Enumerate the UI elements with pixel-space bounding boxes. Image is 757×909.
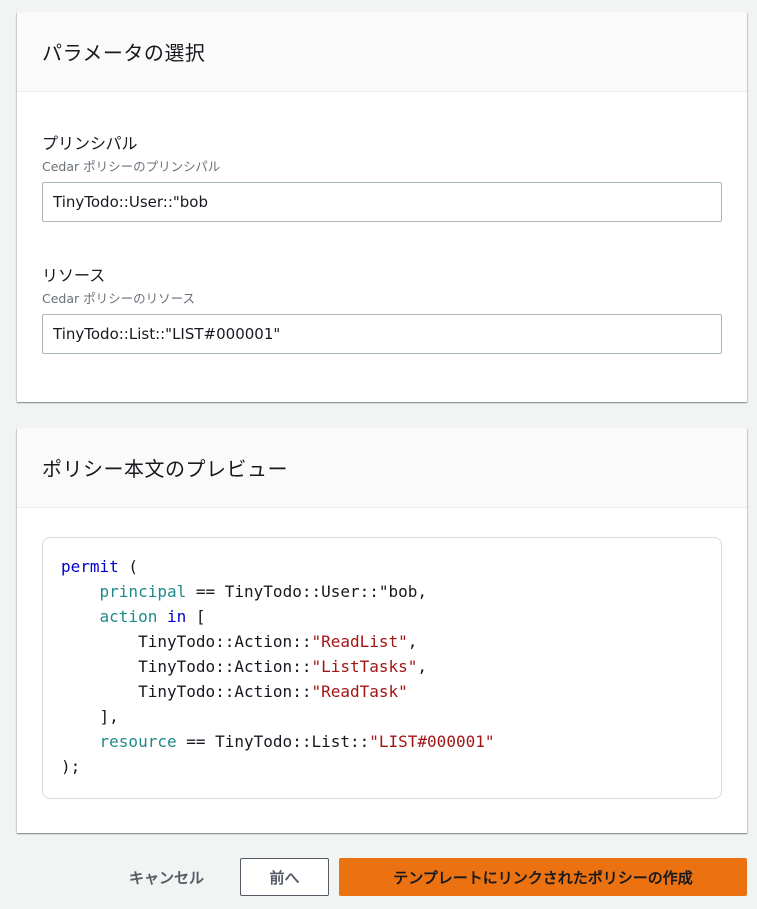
code-permit-keyword: permit — [61, 557, 119, 576]
policy-preview-title: ポリシー本文のプレビュー — [42, 457, 288, 481]
parameters-panel-title: パラメータの選択 — [42, 41, 206, 65]
policy-preview-panel: ポリシー本文のプレビュー permit ( principal == TinyT… — [17, 428, 747, 833]
code-action-readtask: "ReadTask" — [311, 682, 408, 701]
create-template-linked-policy-button[interactable]: テンプレートにリンクされたポリシーの作成 — [339, 858, 747, 896]
footer-actions: キャンセル 前へ テンプレートにリンクされたポリシーの作成 — [109, 858, 747, 896]
resource-label: リソース — [42, 266, 106, 285]
code-principal-rest: == TinyTodo::User::"bob, — [186, 582, 428, 601]
code-action-prefix: TinyTodo::Action:: — [138, 657, 312, 676]
code-action-readlist: "ReadList" — [311, 632, 408, 651]
code-action-prefix: TinyTodo::Action:: — [138, 682, 312, 701]
code-resource-string: "LIST#000001" — [369, 732, 495, 751]
policy-code-box: permit ( principal == TinyTodo::User::"b… — [42, 537, 722, 799]
code-resource-mid: == TinyTodo::List:: — [176, 732, 370, 751]
resource-field: リソース Cedar ポリシーのリソース — [42, 266, 722, 354]
code-action-keyword: action — [99, 607, 158, 626]
parameters-panel: パラメータの選択 プリンシパル Cedar ポリシーのプリンシパル リソース C… — [17, 12, 747, 402]
code-action-listtasks: "ListTasks" — [311, 657, 418, 676]
principal-label: プリンシパル — [42, 134, 138, 153]
resource-input[interactable] — [42, 314, 722, 354]
resource-description: Cedar ポリシーのリソース — [42, 291, 196, 306]
code-resource-keyword: resource — [99, 732, 177, 751]
parameters-panel-header: パラメータの選択 — [17, 12, 747, 92]
code-close-bracket: ], — [99, 707, 119, 726]
previous-button[interactable]: 前へ — [240, 858, 329, 896]
code-principal-keyword: principal — [99, 582, 187, 601]
policy-code: permit ( principal == TinyTodo::User::"b… — [61, 554, 703, 779]
code-action-prefix: TinyTodo::Action:: — [138, 632, 312, 651]
code-comma: , — [407, 632, 418, 651]
code-close-paren: ); — [61, 757, 81, 776]
code-comma: , — [417, 657, 428, 676]
code-open-paren: ( — [118, 557, 139, 576]
principal-description: Cedar ポリシーのプリンシパル — [42, 159, 221, 174]
policy-preview-panel-header: ポリシー本文のプレビュー — [17, 428, 747, 508]
principal-field: プリンシパル Cedar ポリシーのプリンシパル — [42, 134, 722, 222]
principal-input[interactable] — [42, 182, 722, 222]
code-in-keyword: in — [166, 607, 187, 626]
cancel-button[interactable]: キャンセル — [109, 858, 224, 896]
code-open-bracket: [ — [186, 607, 206, 626]
